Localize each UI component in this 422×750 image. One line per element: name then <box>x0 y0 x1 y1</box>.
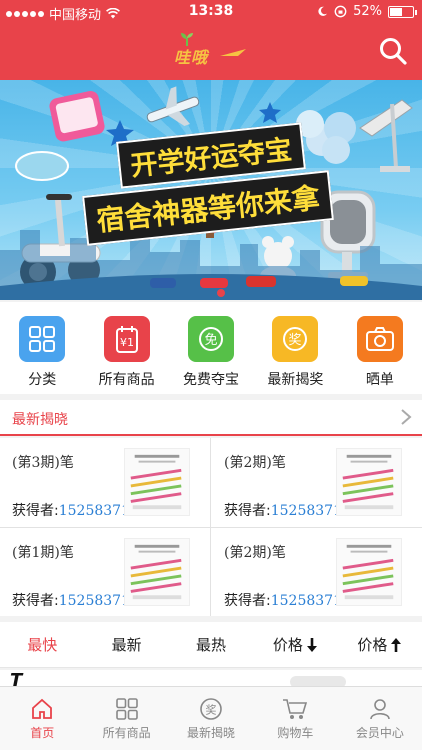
svg-text:奖: 奖 <box>206 703 217 717</box>
prize-icon: 奖 <box>272 316 319 362</box>
free-icon: 免 <box>188 316 235 362</box>
nav-label: 会员中心 <box>355 726 404 740</box>
category-share[interactable]: 晒单 <box>338 302 422 394</box>
tab-label: 价格 <box>357 636 388 654</box>
battery-percent: 52% <box>353 4 382 19</box>
category-menu: 分类 ¥1 所有商品 免 免费夺宝 奖 最新揭奖 晒单 <box>0 302 422 394</box>
tab-newest[interactable]: 最新 <box>84 622 168 667</box>
product-thumbnail <box>124 538 190 606</box>
orientation-lock-icon <box>334 5 347 18</box>
latest-reveal-header[interactable]: 最新揭晓 <box>0 400 422 436</box>
tab-label: 最热 <box>196 636 227 654</box>
category-latest-prize[interactable]: 奖 最新揭奖 <box>253 302 337 394</box>
item-winner: 获得者:15258371* <box>12 500 137 520</box>
svg-text:T: T <box>10 670 24 686</box>
category-label: 晒单 <box>365 372 394 388</box>
item-winner: 获得者:15258371* <box>12 590 137 610</box>
nav-member-center[interactable]: 会员中心 <box>338 687 422 750</box>
category-label: 最新揭奖 <box>267 372 324 388</box>
tab-label: 最新 <box>111 636 142 654</box>
grid-icon <box>19 316 66 362</box>
nav-label: 最新揭晓 <box>187 726 236 740</box>
arrow-down-icon <box>306 637 317 652</box>
reveal-item[interactable]: (第2期)笔 获得者:15258371* <box>212 438 422 526</box>
carousel-dot[interactable] <box>216 288 226 298</box>
tab-label: 价格 <box>272 636 303 654</box>
tab-hottest[interactable]: 最热 <box>169 622 253 667</box>
product-preview-image: T <box>10 670 346 686</box>
item-period-title: (第1期)笔 <box>12 545 74 561</box>
category-label: 免费夺宝 <box>183 372 240 388</box>
nav-label: 购物车 <box>277 726 314 740</box>
category-label: 所有商品 <box>98 372 155 388</box>
latest-reveal-grid: (第3期)笔 获得者:15258371* (第2期)笔 获得者:15258371… <box>0 438 422 616</box>
logo-plane-icon <box>220 49 246 56</box>
item-winner: 获得者:15258371* <box>224 590 349 610</box>
tab-label: 最快 <box>27 636 58 654</box>
grid-divider <box>0 527 422 528</box>
winner-label: 获得者: <box>224 593 271 609</box>
product-thumbnail <box>336 448 402 516</box>
category-free[interactable]: 免 免费夺宝 <box>169 302 253 394</box>
battery-icon <box>388 5 417 18</box>
cart-icon <box>283 699 308 719</box>
nav-cart[interactable]: 购物车 <box>253 687 337 750</box>
app-logo: 哇哦 <box>168 32 254 67</box>
home-icon <box>32 698 53 719</box>
winner-label: 获得者: <box>224 503 271 519</box>
user-icon <box>370 699 390 720</box>
item-period-title: (第2期)笔 <box>224 455 286 471</box>
winner-label: 获得者: <box>12 503 59 519</box>
category-all-goods[interactable]: ¥1 所有商品 <box>84 302 168 394</box>
sort-tabs: 最快 最新 最热 价格 价格 <box>0 622 422 668</box>
reveal-item[interactable]: (第3期)笔 获得者:15258371* <box>0 438 210 526</box>
banner-headline: 开学好运夺宝 宿舍神器等你来拿 <box>82 122 340 246</box>
svg-text:¥1: ¥1 <box>120 336 134 349</box>
tab-price-desc[interactable]: 价格 <box>253 622 337 667</box>
nav-home[interactable]: 首页 <box>0 687 84 750</box>
search-icon[interactable] <box>378 36 408 66</box>
winner-label: 获得者: <box>12 593 59 609</box>
section-title: 最新揭晓 <box>12 412 68 428</box>
item-period-title: (第2期)笔 <box>224 545 286 561</box>
tab-fastest[interactable]: 最快 <box>0 622 84 667</box>
nav-latest-reveal[interactable]: 奖 最新揭晓 <box>169 687 253 750</box>
nav-label: 所有商品 <box>102 726 151 740</box>
status-bar: 中国移动 13:38 52% <box>0 0 422 24</box>
chevron-right-icon <box>401 409 412 425</box>
reveal-item[interactable]: (第2期)笔 获得者:15258371* <box>212 528 422 616</box>
grid-icon <box>115 698 138 720</box>
category-label: 分类 <box>28 372 57 388</box>
nav-all-goods[interactable]: 所有商品 <box>84 687 168 750</box>
svg-text:免: 免 <box>205 333 218 348</box>
reveal-item[interactable]: (第1期)笔 获得者:15258371* <box>0 528 210 616</box>
tab-price-asc[interactable]: 价格 <box>338 622 422 667</box>
product-thumbnail <box>124 448 190 516</box>
camera-icon <box>356 316 403 362</box>
item-winner: 获得者:15258371* <box>224 500 349 520</box>
product-list-preview: T <box>0 670 422 686</box>
svg-text:奖: 奖 <box>289 333 302 348</box>
logo-text: 哇哦 <box>174 48 209 67</box>
nav-label: 首页 <box>30 726 55 740</box>
price-tag-icon: ¥1 <box>103 316 150 362</box>
moon-icon <box>318 6 328 16</box>
item-period-title: (第3期)笔 <box>12 455 74 471</box>
promo-banner[interactable]: 开学好运夺宝 宿舍神器等你来拿 <box>0 80 422 300</box>
bottom-tab-bar: 首页 所有商品 奖 最新揭晓 购物车 会员中心 <box>0 686 422 750</box>
app-header: 中国移动 13:38 52% 哇哦 <box>0 0 422 80</box>
arrow-up-icon <box>391 637 402 652</box>
category-classify[interactable]: 分类 <box>0 302 84 394</box>
product-thumbnail <box>336 538 402 606</box>
prize-icon: 奖 <box>200 698 222 720</box>
